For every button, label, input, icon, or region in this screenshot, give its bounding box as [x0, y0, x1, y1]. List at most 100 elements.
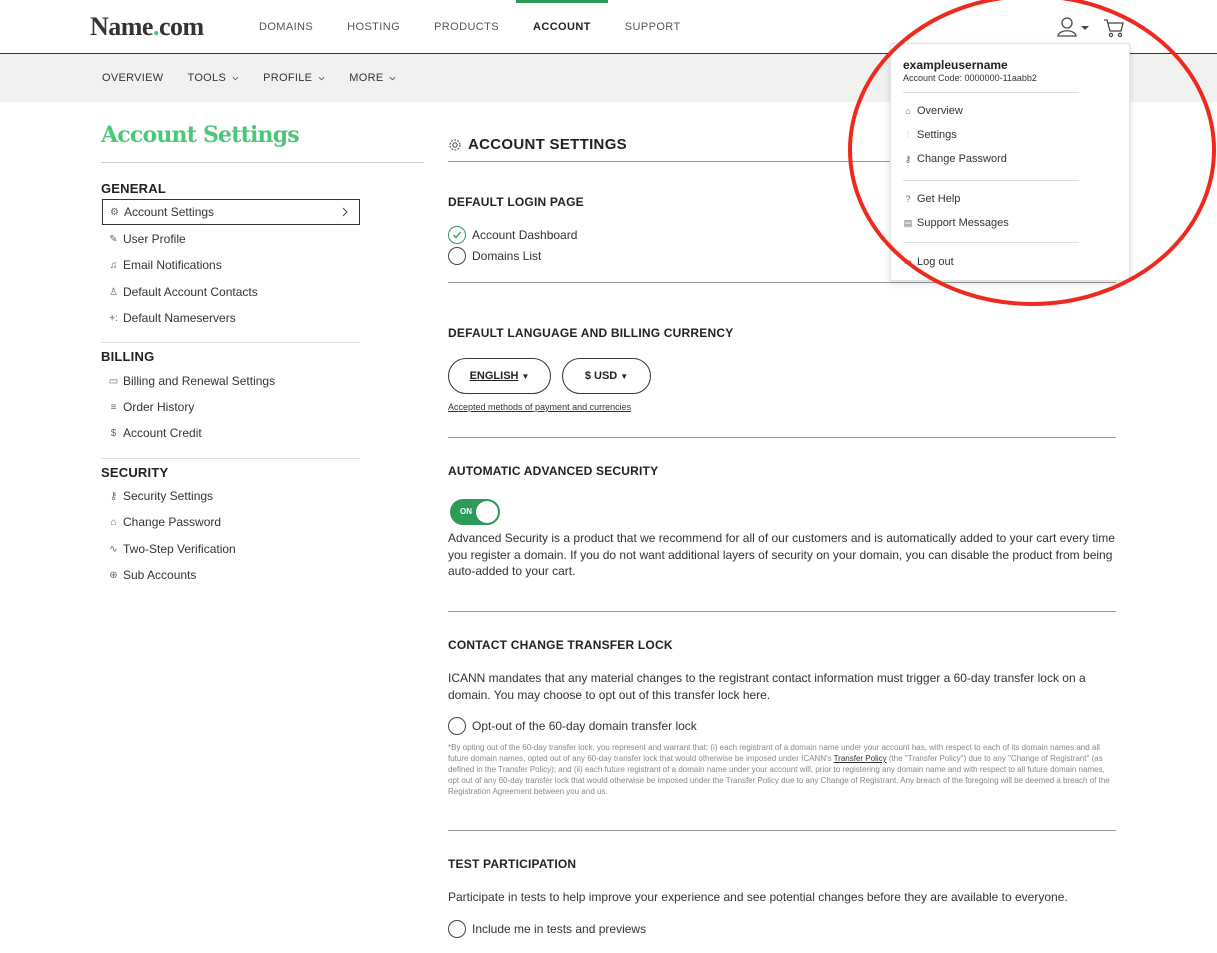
menu-item-label: Get Help: [917, 193, 961, 205]
menu-item-settings[interactable]: ⫶ Settings: [903, 129, 957, 141]
sidebar-item-change-password[interactable]: ⌂ Change Password: [108, 514, 221, 530]
transfer-lock-optout[interactable]: Opt-out of the 60-day domain transfer lo…: [448, 717, 697, 735]
caret-down-icon: [1081, 26, 1089, 30]
inbox-icon: ▤: [903, 217, 913, 228]
radio-label: Include me in tests and previews: [472, 922, 647, 936]
nameserver-icon: +:: [109, 312, 118, 324]
menu-item-get-help[interactable]: ? Get Help: [903, 193, 960, 205]
radio-unchecked[interactable]: [448, 717, 466, 735]
menu-separator: [903, 242, 1079, 243]
person-icon: ♙: [109, 286, 118, 298]
menu-item-log-out[interactable]: ↦ Log out: [903, 256, 954, 268]
subnav-tools[interactable]: TOOLS: [188, 72, 240, 84]
section-divider: [448, 437, 1116, 438]
sidebar-item-default-account-contacts[interactable]: ♙ Default Account Contacts: [108, 284, 258, 300]
page-title: Account Settings: [101, 122, 300, 148]
chevron-right-icon: [342, 207, 348, 217]
key-icon: ⚷: [904, 153, 912, 164]
subnav-overview-label: OVERVIEW: [102, 72, 164, 84]
transfer-lock-description: ICANN mandates that any material changes…: [448, 671, 1086, 702]
tests-optin[interactable]: Include me in tests and previews: [448, 920, 646, 938]
menu-item-overview[interactable]: ⌂ Overview: [903, 105, 963, 117]
section-divider: [448, 282, 1116, 283]
tests-title: TEST PARTICIPATION: [448, 857, 577, 871]
main-heading: ACCOUNT SETTINGS: [448, 136, 627, 153]
sidebar-item-two-step[interactable]: ∿ Two-Step Verification: [108, 541, 235, 557]
advanced-security-toggle[interactable]: ON: [450, 499, 500, 525]
login-option-domains[interactable]: Domains List: [448, 247, 541, 265]
sidebar-item-label: User Profile: [123, 232, 186, 246]
sidebar-item-order-history[interactable]: ≡ Order History: [108, 399, 195, 415]
user-icon[interactable]: [1057, 16, 1091, 38]
menu-item-label: Settings: [917, 129, 957, 141]
security-description: Advanced Security is a product that we r…: [448, 531, 1115, 578]
sliders-icon: ⫶: [906, 129, 910, 140]
sidebar-heading-general: GENERAL: [101, 181, 166, 196]
nav-hosting[interactable]: HOSTING: [330, 0, 417, 54]
sidebar-item-user-profile[interactable]: ✎ User Profile: [108, 231, 186, 247]
language-select[interactable]: ENGLISH ▼: [448, 358, 551, 394]
toggle-label: ON: [460, 507, 472, 516]
menu-item-label: Log out: [917, 256, 954, 268]
menu-item-label: Support Messages: [917, 217, 1009, 229]
sidebar-separator: [101, 458, 360, 459]
login-option-dashboard[interactable]: Account Dashboard: [448, 226, 577, 244]
sidebar-heading-security: SECURITY: [101, 465, 169, 480]
subnav-overview[interactable]: OVERVIEW: [102, 72, 164, 84]
home-icon: ⌂: [905, 106, 911, 116]
currency-select[interactable]: $ USD ▼: [562, 358, 651, 394]
sidebar-item-billing-renewal[interactable]: ▭ Billing and Renewal Settings: [108, 373, 275, 389]
sidebar-item-label: Security Settings: [123, 489, 214, 503]
sidebar-item-label: Change Password: [123, 515, 222, 529]
sidebar-separator: [101, 342, 360, 343]
radio-unchecked[interactable]: [448, 247, 466, 265]
subnav-profile[interactable]: PROFILE: [263, 72, 325, 84]
sidebar-item-label: Billing and Renewal Settings: [123, 374, 276, 388]
sidebar-item-default-nameservers[interactable]: +: Default Nameservers: [108, 310, 236, 326]
sidebar-item-label: Default Account Contacts: [123, 285, 258, 299]
caret-down-icon: ▼: [620, 371, 629, 381]
card-icon: ▭: [108, 375, 119, 387]
subnav-more[interactable]: MORE: [349, 72, 396, 84]
menu-item-change-password[interactable]: ⚷ Change Password: [903, 153, 1007, 165]
transfer-policy-link[interactable]: Transfer Policy: [834, 754, 887, 763]
main-heading-text: ACCOUNT SETTINGS: [468, 136, 627, 153]
sidebar-divider: [101, 162, 424, 163]
secondary-nav: OVERVIEW TOOLS PROFILE MORE: [102, 54, 420, 102]
key-icon: ⚷: [109, 490, 118, 502]
menu-item-support-messages[interactable]: ▤ Support Messages: [903, 217, 1009, 229]
help-icon: ?: [905, 194, 911, 204]
logout-icon: ↦: [904, 256, 912, 267]
dollar-icon: $: [110, 427, 117, 439]
sidebar-heading-billing: BILLING: [101, 349, 155, 364]
gear-icon: ⚙: [110, 206, 119, 218]
language-value: ENGLISH: [469, 370, 519, 382]
section-divider: [448, 611, 1116, 612]
sidebar-item-label: Order History: [123, 400, 195, 414]
radio-label: Domains List: [472, 249, 542, 263]
logo-text-com: com: [158, 12, 204, 41]
payment-methods-link[interactable]: Accepted methods of payment and currenci…: [448, 402, 631, 412]
radio-label: Opt-out of the 60-day domain transfer lo…: [472, 719, 697, 733]
namecom-logo[interactable]: Name.com: [90, 12, 204, 42]
toggle-knob: [476, 501, 498, 523]
list-icon: ≡: [110, 401, 117, 413]
nav-support[interactable]: SUPPORT: [608, 0, 698, 54]
sidebar-item-email-notifications[interactable]: ♫ Email Notifications: [108, 257, 222, 273]
chevron-down-icon: [232, 76, 239, 80]
sidebar-item-account-settings[interactable]: ⚙ Account Settings: [102, 199, 360, 225]
sidebar-item-label: Default Nameservers: [123, 311, 236, 325]
radio-checked[interactable]: [448, 226, 466, 244]
nav-domains[interactable]: DOMAINS: [242, 0, 330, 54]
user-menu-dropdown: exampleusername Account Code: 0000000-11…: [890, 43, 1130, 281]
sidebar-item-account-credit[interactable]: $ Account Credit: [108, 425, 202, 441]
nav-products[interactable]: PRODUCTS: [417, 0, 516, 54]
sidebar-item-sub-accounts[interactable]: ⊕ Sub Accounts: [108, 567, 196, 583]
nav-account[interactable]: ACCOUNT: [516, 0, 608, 54]
cart-icon[interactable]: [1103, 17, 1125, 39]
chevron-down-icon: [390, 76, 396, 80]
sidebar-item-label: Email Notifications: [123, 258, 222, 272]
radio-unchecked[interactable]: [448, 920, 466, 938]
sidebar-item-security-settings[interactable]: ⚷ Security Settings: [108, 488, 213, 504]
bell-icon: ♫: [109, 259, 118, 271]
